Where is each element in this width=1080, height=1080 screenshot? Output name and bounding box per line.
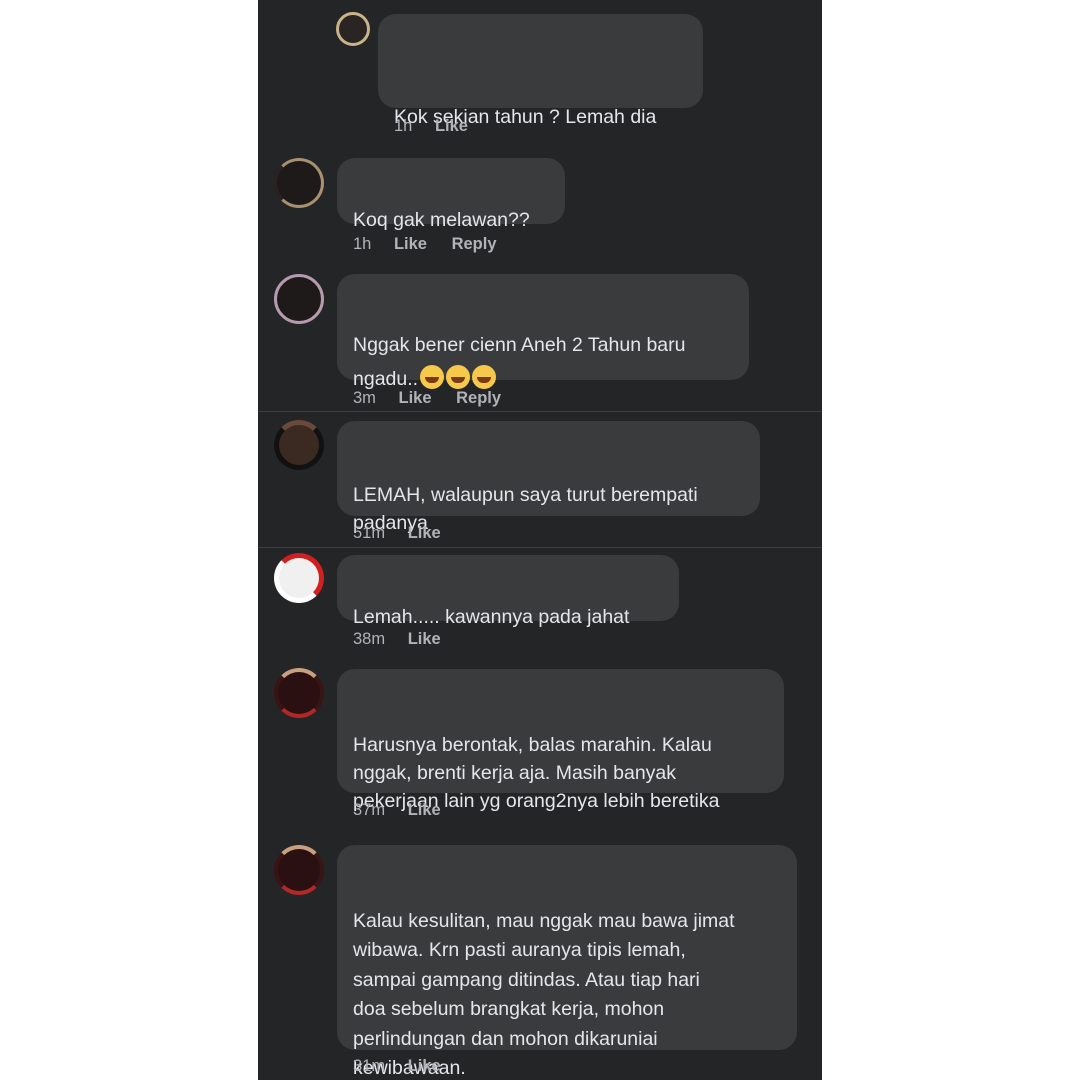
divider [258, 411, 822, 412]
comment-meta: 1h Like [394, 116, 488, 136]
grinning-emoji-icon [472, 365, 497, 389]
avatar[interactable] [274, 553, 324, 603]
comment-text: Koq gak melawan?? [353, 209, 530, 231]
like-button[interactable]: Like [408, 629, 441, 649]
comment-time: 38m [353, 630, 386, 648]
comment-bubble: Kok sekian tahun ? Lemah dia [378, 14, 703, 128]
rolling-laughing-emoji-icon [446, 365, 471, 389]
comment-time: 1h [394, 117, 413, 135]
reply-button[interactable]: Reply [452, 234, 497, 254]
avatar[interactable] [336, 12, 370, 46]
comment-meta: 51m Like [353, 523, 461, 543]
comment-meta: 38m Like [353, 629, 461, 649]
comment-bubble: Harusnya berontak, balas marahin. Kalau … [337, 669, 784, 812]
like-button[interactable]: Like [408, 1056, 441, 1076]
comment-time: 1h [353, 235, 372, 253]
comment-text: Lemah..... kawannya pada jahat [353, 606, 630, 628]
comment-meta: 37m Like [353, 800, 461, 820]
avatar[interactable] [274, 668, 324, 718]
comment-text: Nggak bener cienn Aneh 2 Tahun baru ngad… [353, 334, 686, 390]
comment-time: 37m [353, 801, 386, 819]
like-button[interactable]: Like [435, 116, 468, 136]
laughing-emoji-icon [420, 365, 445, 389]
avatar[interactable] [274, 158, 324, 208]
comment-text: Kalau kesulitan, mau nggak mau bawa jima… [353, 909, 735, 1080]
comment-bubble: Nggak bener cienn Aneh 2 Tahun baru ngad… [337, 274, 749, 390]
comment-meta: 31m Like [353, 1056, 461, 1076]
avatar[interactable] [274, 420, 324, 470]
like-button[interactable]: Like [408, 800, 441, 820]
comment-meta: 1h Like Reply [353, 234, 517, 254]
comment-bubble: Koq gak melawan?? [337, 158, 565, 231]
like-button[interactable]: Like [408, 523, 441, 543]
comment-time: 3m [353, 389, 376, 407]
avatar[interactable] [274, 845, 324, 895]
comment-meta: 3m Like Reply [353, 388, 521, 408]
comment-bubble: Kalau kesulitan, mau nggak mau bawa jima… [337, 845, 797, 1079]
comment-bubble: Lemah..... kawannya pada jahat [337, 555, 679, 628]
like-button[interactable]: Like [394, 234, 427, 254]
comment-thread: Kok sekian tahun ? Lemah dia 1h Like Koq… [258, 0, 822, 1080]
comment-time: 51m [353, 524, 386, 542]
comment-time: 31m [353, 1057, 386, 1075]
divider [258, 547, 822, 548]
like-button[interactable]: Like [399, 388, 432, 408]
reply-button[interactable]: Reply [456, 388, 501, 408]
avatar[interactable] [274, 274, 324, 324]
comment-bubble: LEMAH, walaupun saya turut berempati pad… [337, 421, 760, 534]
